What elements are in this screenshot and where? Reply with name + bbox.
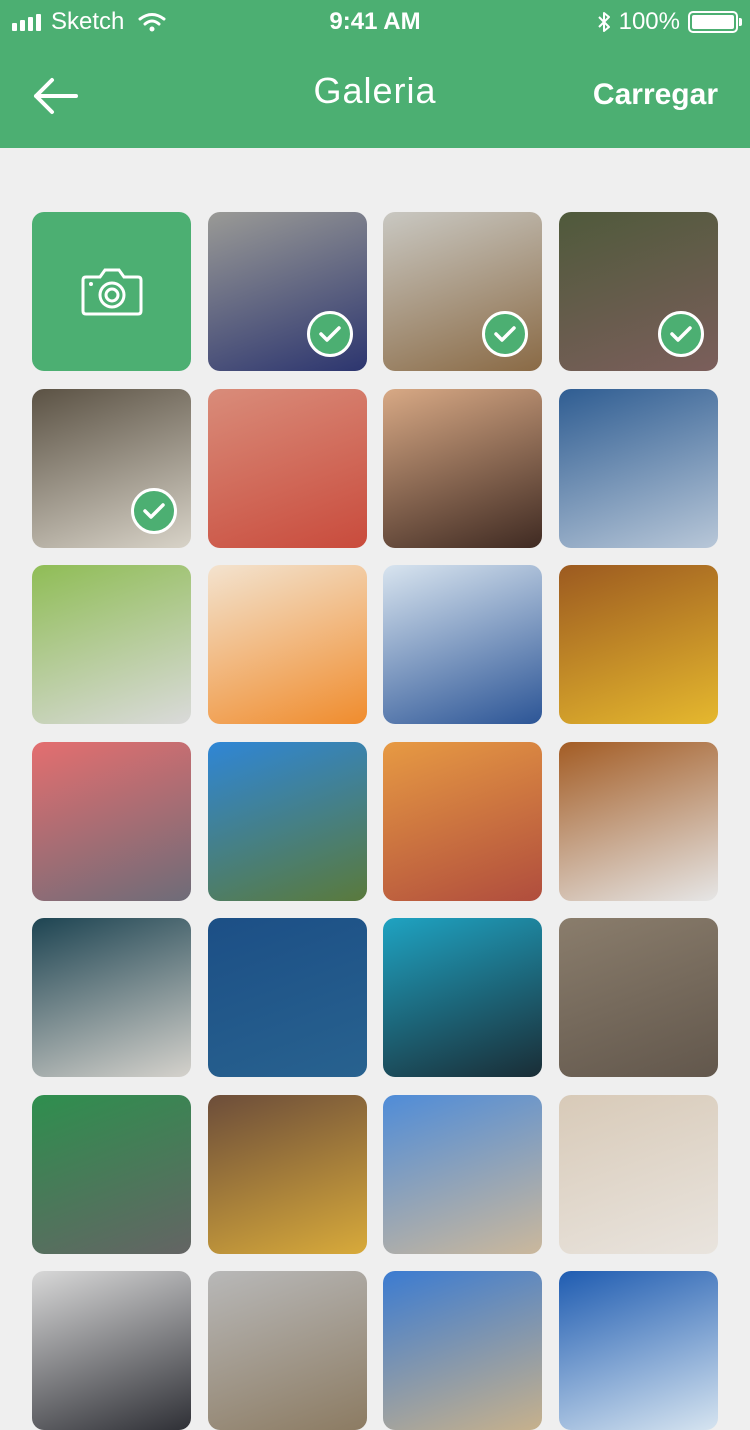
photo-thumbnail[interactable]	[383, 1271, 543, 1430]
photo-thumbnail[interactable]	[558, 741, 718, 901]
photo-thumbnail[interactable]	[32, 388, 191, 548]
photo-thumbnail[interactable]	[558, 565, 718, 724]
photo-thumbnail[interactable]	[32, 1094, 191, 1254]
photo-thumbnail[interactable]	[558, 1094, 718, 1254]
photo-thumbnail[interactable]	[207, 1094, 367, 1254]
photo-thumbnail[interactable]	[383, 1094, 543, 1254]
photo-thumbnail[interactable]	[558, 1271, 718, 1430]
photo-thumbnail[interactable]	[207, 918, 367, 1077]
photo-thumbnail[interactable]	[207, 1271, 367, 1430]
photo-thumbnail[interactable]	[383, 565, 543, 724]
status-right: 100%	[597, 8, 742, 36]
photo-thumbnail[interactable]	[558, 212, 718, 371]
photo-thumbnail[interactable]	[383, 741, 543, 901]
checkmark-icon	[482, 311, 529, 357]
checkmark-icon	[657, 311, 704, 357]
bluetooth-icon	[597, 12, 610, 32]
camera-icon	[81, 268, 142, 315]
photo-thumbnail[interactable]	[383, 212, 543, 371]
photo-thumbnail[interactable]	[558, 918, 718, 1077]
checkmark-icon	[131, 487, 177, 534]
photo-thumbnail[interactable]	[207, 741, 367, 901]
photo-thumbnail[interactable]	[32, 1271, 191, 1430]
photo-thumbnail[interactable]	[383, 388, 543, 548]
photo-thumbnail[interactable]	[383, 918, 543, 1077]
battery-icon	[688, 11, 742, 33]
photo-thumbnail[interactable]	[207, 565, 367, 724]
photo-thumbnail[interactable]	[207, 212, 367, 371]
photo-thumbnail[interactable]	[32, 565, 191, 724]
checkmark-icon	[306, 311, 353, 357]
navigation-bar: Galeria Carregar	[0, 40, 750, 148]
photo-thumbnail[interactable]	[207, 388, 367, 548]
photo-thumbnail[interactable]	[558, 388, 718, 548]
app-header: Sketch 9:41 AM 100% Galeria Carregar	[0, 0, 750, 148]
camera-button[interactable]	[32, 212, 191, 371]
status-bar: Sketch 9:41 AM 100%	[0, 0, 750, 40]
photo-thumbnail[interactable]	[32, 741, 191, 901]
photo-thumbnail[interactable]	[32, 918, 191, 1077]
battery-label: 100%	[618, 8, 680, 35]
upload-button[interactable]: Carregar	[593, 78, 718, 112]
